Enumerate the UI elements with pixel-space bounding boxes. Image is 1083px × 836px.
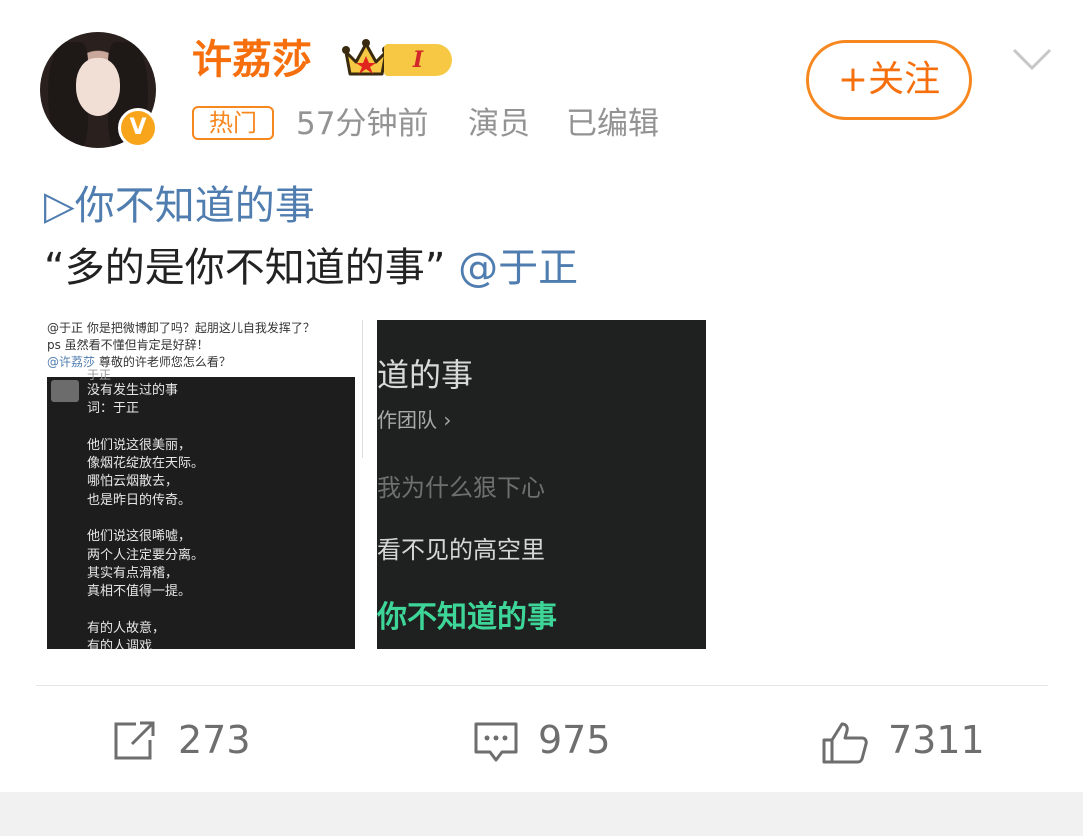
image-song-title: 道的事 bbox=[377, 356, 474, 394]
avatar-face bbox=[76, 58, 120, 116]
hot-tag: 热门 bbox=[192, 106, 274, 140]
image-text-line: ps 虽然看不懂但肯定是好辞！ bbox=[47, 338, 209, 352]
comment-count: 975 bbox=[538, 718, 611, 762]
comment-icon bbox=[474, 722, 518, 762]
image-author: 于正 bbox=[87, 368, 112, 382]
post-time: 57分钟前 bbox=[296, 106, 429, 142]
post-image-2[interactable]: 道的事 作团队 › 我为什么狠下心 看不见的高空里 你不知道的事 bbox=[377, 320, 706, 649]
image-lyric-line: 看不见的高空里 bbox=[377, 536, 545, 564]
share-count: 273 bbox=[178, 718, 251, 762]
image-team-label: 作团队 › bbox=[377, 408, 452, 432]
edited-label: 已编辑 bbox=[566, 106, 659, 142]
quote-text: “多的是你不知道的事” bbox=[44, 245, 446, 291]
comment-button[interactable]: 975 bbox=[472, 712, 652, 772]
username[interactable]: 许荔莎 bbox=[192, 34, 312, 86]
crown-icon bbox=[342, 39, 390, 76]
like-count: 7311 bbox=[888, 718, 985, 762]
image-text-line: @于正 你是把微博卸了吗？起朋这儿自我发挥了？ bbox=[47, 321, 315, 335]
level-badge: I bbox=[384, 44, 452, 76]
user-role: 演员 bbox=[468, 106, 530, 142]
divider bbox=[36, 685, 1048, 686]
share-button[interactable]: 273 bbox=[112, 712, 292, 772]
feed-separator bbox=[0, 792, 1083, 836]
post-image-1[interactable]: @于正 你是把微博卸了吗？起朋这儿自我发挥了？ ps 虽然看不懂但肯定是好辞！ … bbox=[47, 320, 355, 649]
chevron-down-icon[interactable] bbox=[1010, 44, 1054, 74]
post-text: “多的是你不知道的事” @于正 bbox=[44, 242, 578, 294]
mention-link[interactable]: @于正 bbox=[458, 245, 578, 291]
image-lyrics: 没有发生过的事 词：于正 他们说这很美丽， 像烟花绽放在天际。 哪怕云烟散去， … bbox=[87, 383, 205, 649]
like-button[interactable]: 7311 bbox=[820, 712, 1020, 772]
image-lyric-highlight: 你不知道的事 bbox=[377, 600, 557, 635]
thumbs-up-icon bbox=[822, 722, 868, 764]
image-lyric-line: 我为什么狠下心 bbox=[377, 474, 545, 502]
verified-icon: V bbox=[118, 108, 158, 148]
follow-button[interactable]: +关注 bbox=[806, 40, 972, 120]
image-avatar bbox=[51, 380, 79, 402]
music-link[interactable]: ▷你不知道的事 bbox=[44, 180, 315, 232]
image-divider bbox=[362, 320, 363, 458]
share-icon bbox=[114, 721, 155, 760]
